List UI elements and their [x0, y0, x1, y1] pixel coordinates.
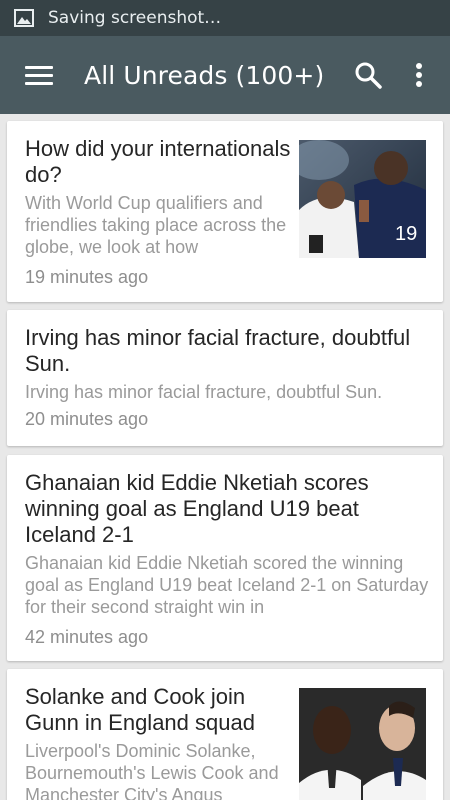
article-card[interactable]: Solanke and Cook join Gunn in England sq…	[7, 669, 443, 800]
status-text: Saving screenshot…	[48, 8, 222, 28]
menu-icon[interactable]	[25, 64, 53, 86]
page-title: All Unreads (100+)	[84, 60, 325, 90]
article-headline: Solanke and Cook join Gunn in England sq…	[25, 684, 255, 735]
article-summary: Liverpool's Dominic Solanke, Bournemouth…	[25, 741, 279, 800]
more-vertical-icon[interactable]	[413, 60, 425, 90]
article-feed: How did your internationals do? With Wor…	[0, 114, 450, 800]
article-headline: Irving has minor facial fracture, doubtf…	[25, 325, 411, 376]
article-time: 20 minutes ago	[25, 409, 149, 429]
status-bar: Saving screenshot…	[0, 0, 450, 36]
article-time: 19 minutes ago	[25, 267, 149, 287]
article-time: 42 minutes ago	[25, 627, 149, 647]
article-card[interactable]: How did your internationals do? With Wor…	[7, 121, 443, 302]
image-icon	[14, 9, 34, 27]
article-headline: How did your internationals do?	[25, 136, 291, 187]
article-headline: Ghanaian kid Eddie Nketiah scores winnin…	[25, 470, 369, 547]
article-summary: Ghanaian kid Eddie Nketiah scored the wi…	[25, 553, 429, 617]
search-icon[interactable]	[353, 60, 383, 90]
app-bar: All Unreads (100+)	[0, 36, 450, 114]
article-card[interactable]: Irving has minor facial fracture, doubtf…	[7, 310, 443, 446]
article-summary: With World Cup qualifiers and friendlies…	[25, 193, 287, 257]
svg-text:19: 19	[395, 223, 417, 245]
article-thumbnail: 19	[299, 140, 426, 258]
article-thumbnail	[299, 688, 426, 800]
article-card[interactable]: Ghanaian kid Eddie Nketiah scores winnin…	[7, 455, 443, 661]
article-summary: Irving has minor facial fracture, doubtf…	[25, 382, 383, 402]
